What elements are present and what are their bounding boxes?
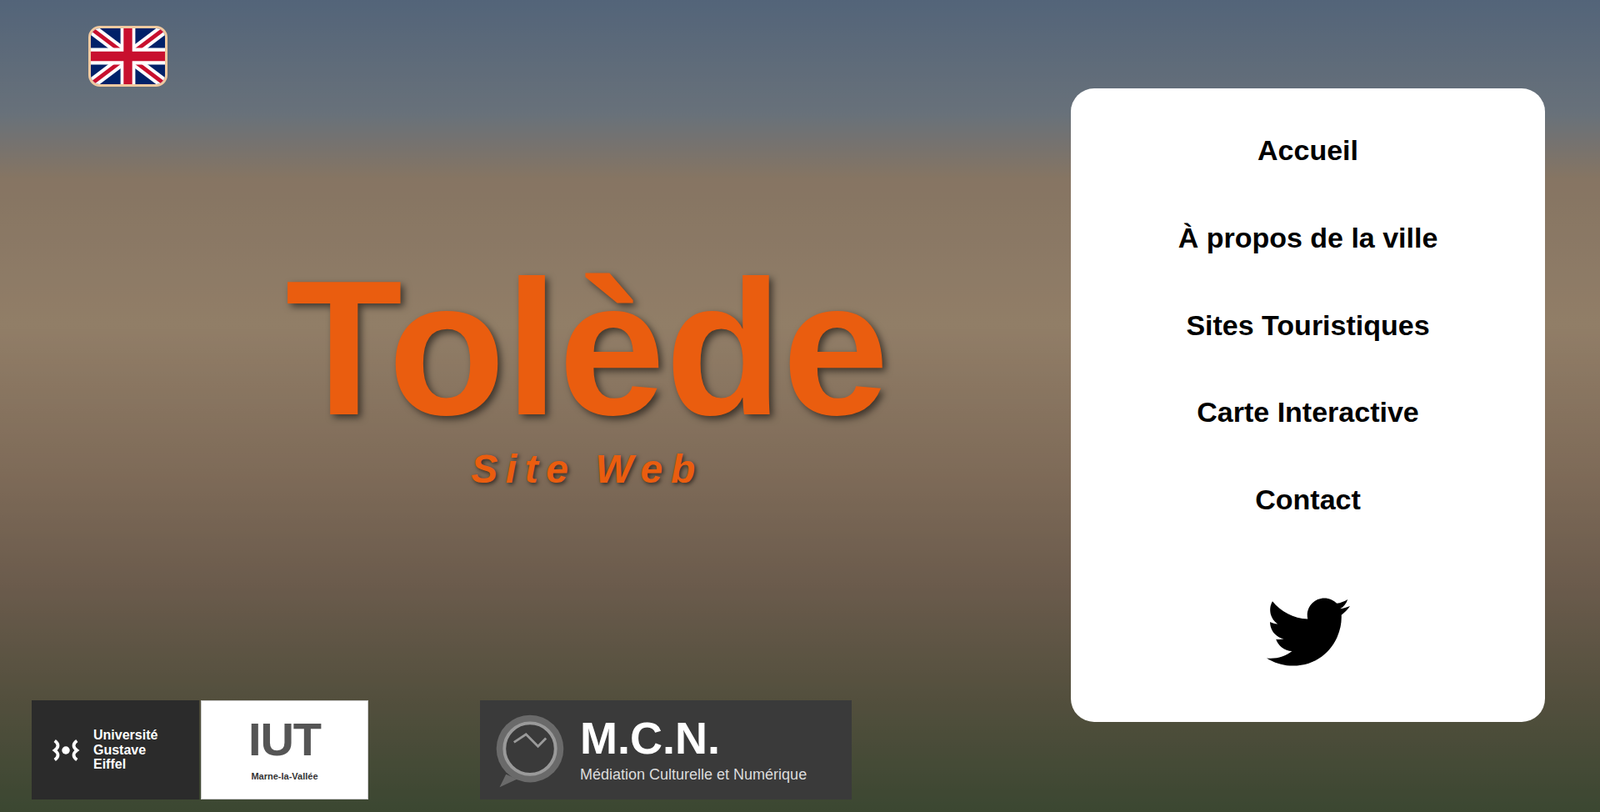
partner-logos: UniversitéGustaveEiffel IUT Marne-la-Vallé… (31, 700, 1071, 800)
iut-name: IUT (248, 715, 321, 763)
mcn-symbol-icon (490, 710, 570, 790)
menu-item[interactable]: À propos de la ville (1178, 194, 1439, 282)
university-name-line: Gustave (93, 742, 158, 758)
uk-flag-icon (90, 28, 165, 85)
home-page: TolèdeSite WebUniversitéGustaveEiffelIUT… (0, 0, 1600, 812)
mcn-logo: M.C.N. Médiation Culturelle et Numérique (480, 700, 852, 800)
menu-item[interactable]: Contact (1255, 455, 1361, 544)
university-name-line: Université (93, 727, 158, 743)
hero-subtitle: Site Web (470, 449, 704, 490)
twitter-link[interactable] (1258, 590, 1359, 674)
university-name-line: Eiffel (93, 756, 158, 772)
menu-item[interactable]: Carte Interactive (1196, 368, 1419, 456)
hero-column: TolèdeSite WebUniversitéGustaveEiffelIUT… (0, 0, 1071, 812)
iut-logo: IUT Marne-la-Vallée (200, 700, 369, 800)
twitter-icon (1258, 590, 1359, 674)
university-symbol-icon (50, 734, 82, 766)
hero-title: Tolède (285, 252, 889, 445)
iut-place: Marne-la-Vallée (250, 769, 318, 784)
menu-item[interactable]: Sites Touristiques (1185, 281, 1430, 370)
main-menu: AccueilÀ propos de la villeSites Tourist… (1070, 88, 1545, 722)
university-logo: UniversitéGustaveEiffel (31, 700, 200, 800)
mcn-full-name: Médiation Culturelle et Numérique (580, 765, 807, 785)
hero-title-block: TolèdeSite Web (31, 252, 1071, 490)
menu-item[interactable]: Accueil (1257, 106, 1359, 195)
mcn-name: M.C.N. (580, 715, 807, 760)
language-switch[interactable] (88, 25, 168, 87)
